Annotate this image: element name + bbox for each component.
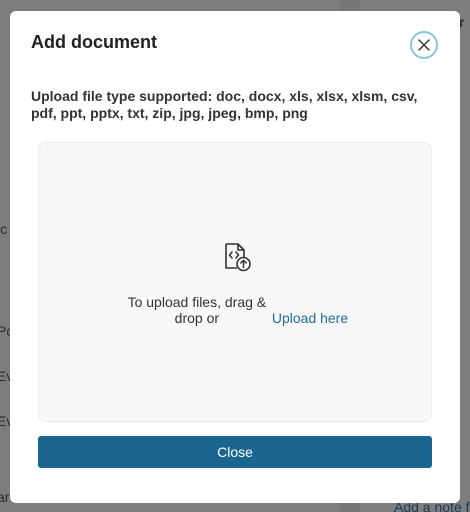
close-dialog-button[interactable] xyxy=(410,31,438,59)
file-dropzone[interactable]: To upload files, drag & drop or Upload h… xyxy=(38,142,432,422)
background-text: ic xyxy=(0,221,8,237)
dialog-title: Add document xyxy=(31,32,157,52)
close-icon xyxy=(418,39,430,51)
supported-file-types: Upload file type supported: doc, docx, x… xyxy=(31,88,418,121)
upload-instructions: To upload files, drag & drop or Upload h… xyxy=(39,294,431,326)
background-text: ar xyxy=(0,489,10,505)
add-document-dialog: Add document Upload file type supported:… xyxy=(10,11,460,503)
upload-here-link[interactable]: Upload here xyxy=(272,310,348,326)
upload-instructions-text: To upload files, drag & drop or xyxy=(127,294,267,326)
close-button[interactable]: Close xyxy=(38,436,432,468)
file-code-upload-icon xyxy=(225,243,251,272)
